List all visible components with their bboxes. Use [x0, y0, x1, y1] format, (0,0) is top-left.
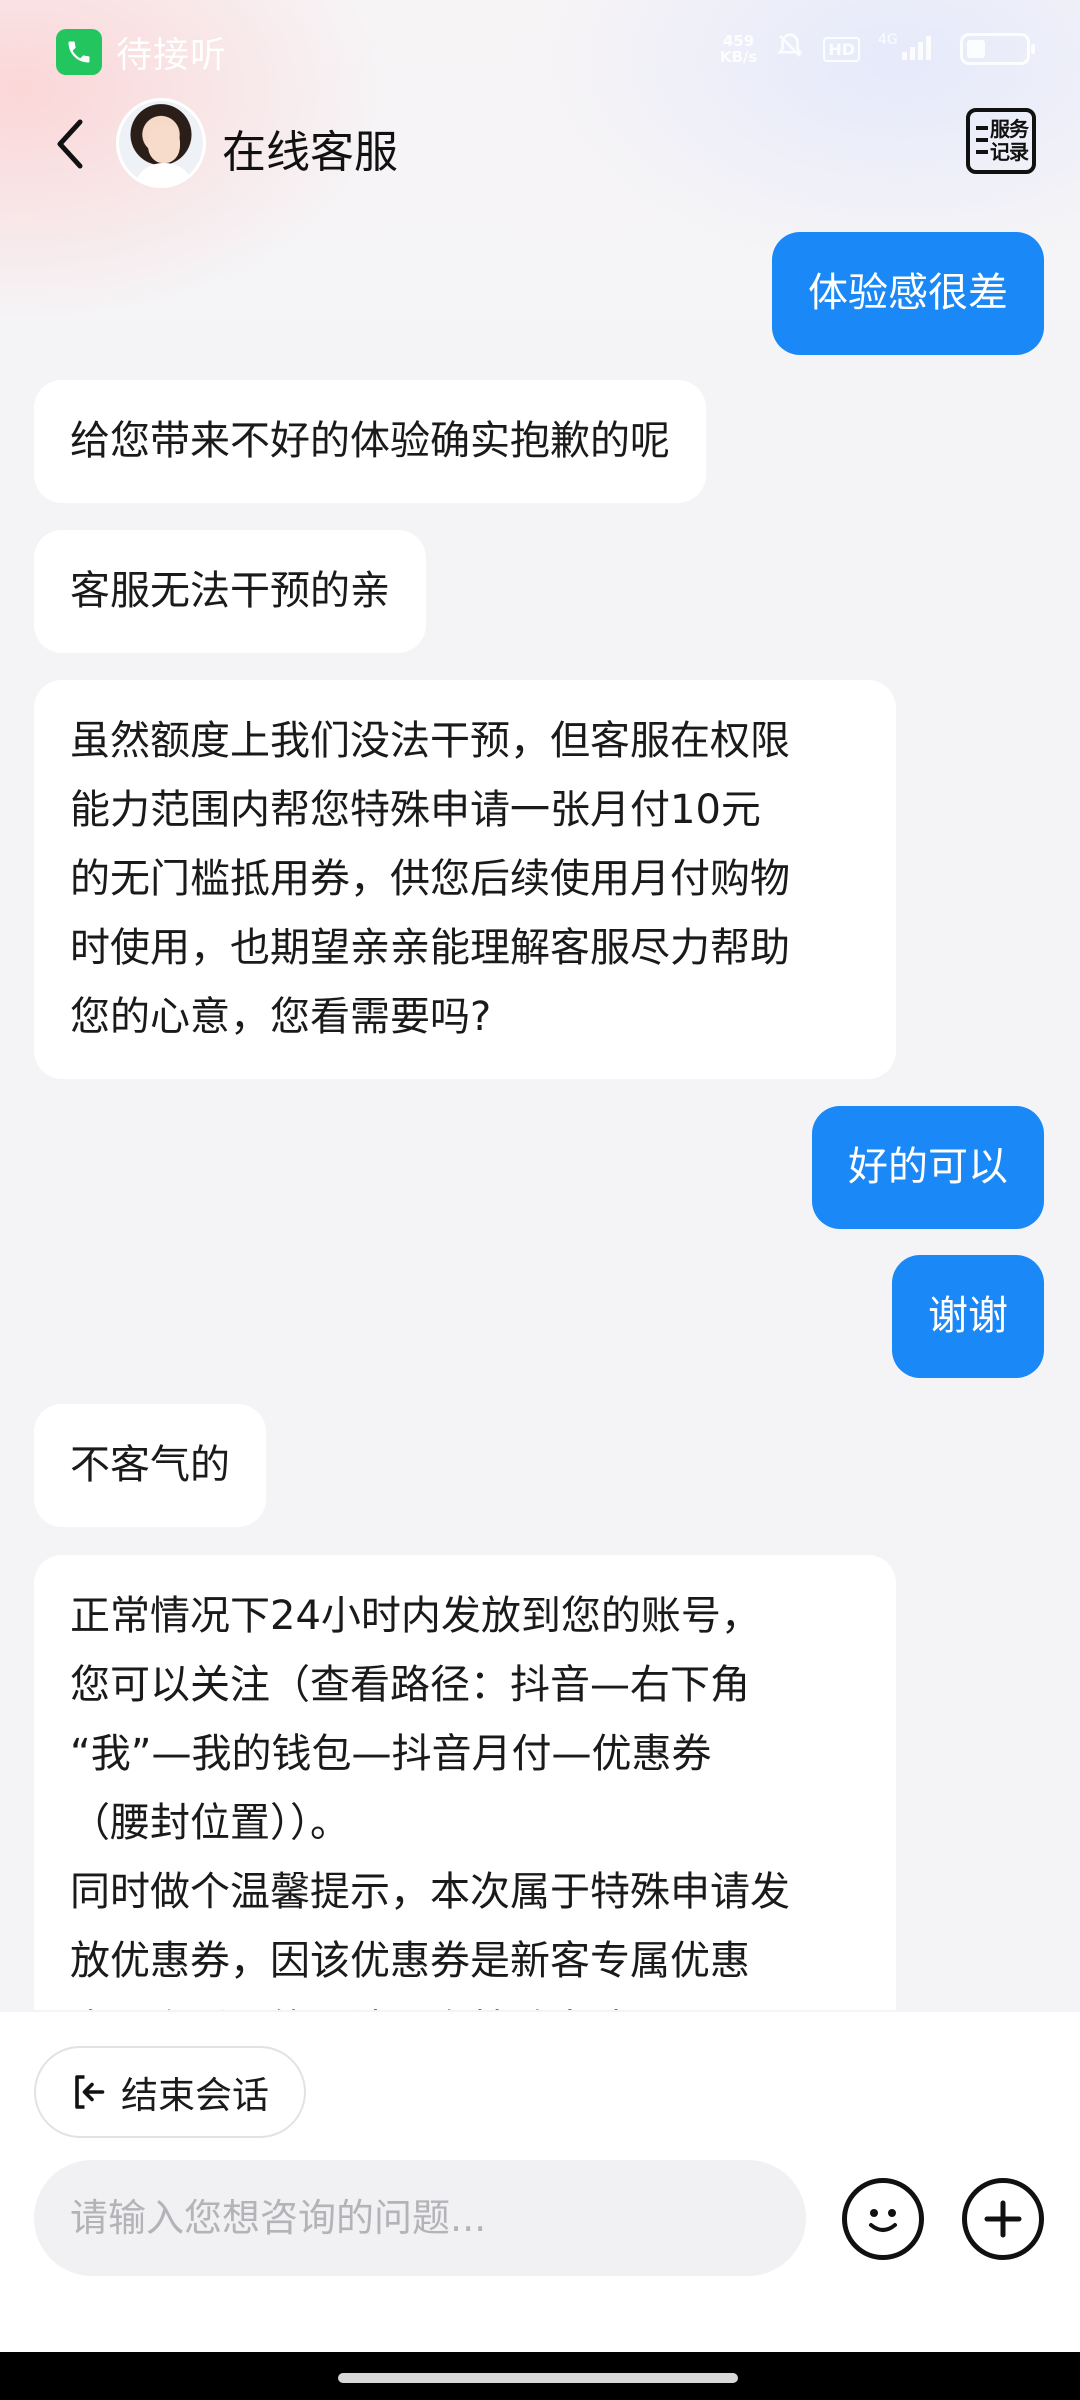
- mute-bell-icon: [775, 30, 805, 68]
- network-speed-value: 459: [722, 32, 755, 50]
- message-input[interactable]: [34, 2160, 806, 2276]
- service-record-label-2: 记录: [990, 140, 1029, 164]
- more-button[interactable]: [962, 2178, 1044, 2260]
- end-session-label: 结束会话: [121, 2074, 269, 2117]
- signal-label: 4G: [878, 32, 898, 48]
- chevron-left-icon: [57, 119, 83, 169]
- phone-icon: [56, 29, 102, 75]
- agent-message[interactable]: 给您带来不好的体验确实抱歉的呢: [34, 380, 706, 503]
- chat-header: 在线客服 服务 记录: [0, 96, 1080, 192]
- network-speed-unit: KB/s: [719, 48, 758, 66]
- signal-icon: 4G: [878, 30, 942, 68]
- ongoing-call-indicator[interactable]: 待接听: [56, 26, 227, 78]
- service-record-button[interactable]: 服务 记录: [966, 108, 1036, 174]
- agent-message[interactable]: 客服无法干预的亲: [34, 530, 426, 653]
- service-record-icon: 服务 记录: [990, 117, 1029, 164]
- agent-message[interactable]: 不客气的: [34, 1404, 266, 1527]
- network-speed: 459 KB/s: [720, 33, 757, 65]
- home-indicator[interactable]: [338, 2373, 738, 2383]
- user-message[interactable]: 体验感很差: [772, 232, 1044, 355]
- service-record-label-1: 服务: [990, 117, 1029, 141]
- user-message[interactable]: 谢谢: [892, 1255, 1044, 1378]
- system-icons: 459 KB/s HD 4G: [720, 30, 1035, 68]
- agent-avatar[interactable]: [116, 98, 206, 188]
- hd-badge: HD: [823, 36, 860, 62]
- emoji-face-icon: [869, 2209, 897, 2232]
- page-title: 在线客服: [222, 127, 398, 178]
- status-bar: 待接听 459 KB/s HD 4G: [0, 0, 1080, 100]
- back-button[interactable]: [40, 112, 100, 176]
- user-message[interactable]: 好的可以: [812, 1106, 1044, 1229]
- plus-circle-icon: [984, 2200, 1022, 2238]
- emoji-button[interactable]: [842, 2178, 924, 2260]
- battery-icon: [960, 33, 1035, 65]
- message-list[interactable]: 体验感很差 给您带来不好的体验确实抱歉的呢 客服无法干预的亲 虽然额度上我们没法…: [0, 210, 1080, 2010]
- exit-icon: [75, 2075, 105, 2109]
- input-panel: 结束会话: [0, 2012, 1080, 2352]
- call-status-text: 待接听: [116, 35, 228, 76]
- end-session-button[interactable]: 结束会话: [34, 2046, 306, 2138]
- agent-message[interactable]: 虽然额度上我们没法干预，但客服在权限 能力范围内帮您特殊申请一张月付10元 的无…: [34, 680, 896, 1079]
- agent-message[interactable]: 正常情况下24小时内发放到您的账号， 您可以关注（查看路径：抖音—右下角 “我”…: [34, 1555, 896, 2010]
